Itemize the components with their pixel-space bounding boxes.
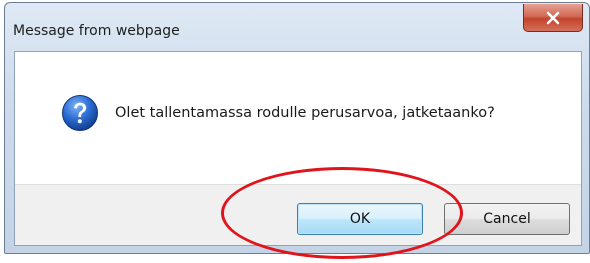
close-button[interactable]	[523, 4, 583, 32]
message-text: Olet tallentamassa rodulle perusarvoa, j…	[115, 105, 495, 121]
message-area: Olet tallentamassa rodulle perusarvoa, j…	[15, 52, 581, 184]
dialog-content: Olet tallentamassa rodulle perusarvoa, j…	[14, 51, 582, 246]
dialog-window: Message from webpage Olet tallentamassa …	[4, 2, 590, 254]
ok-button[interactable]: OK	[297, 203, 423, 235]
cancel-button[interactable]: Cancel	[444, 203, 570, 235]
question-icon	[62, 95, 98, 131]
button-bar: OK Cancel	[15, 184, 581, 245]
dialog-title: Message from webpage	[13, 23, 180, 39]
close-icon	[546, 11, 560, 24]
